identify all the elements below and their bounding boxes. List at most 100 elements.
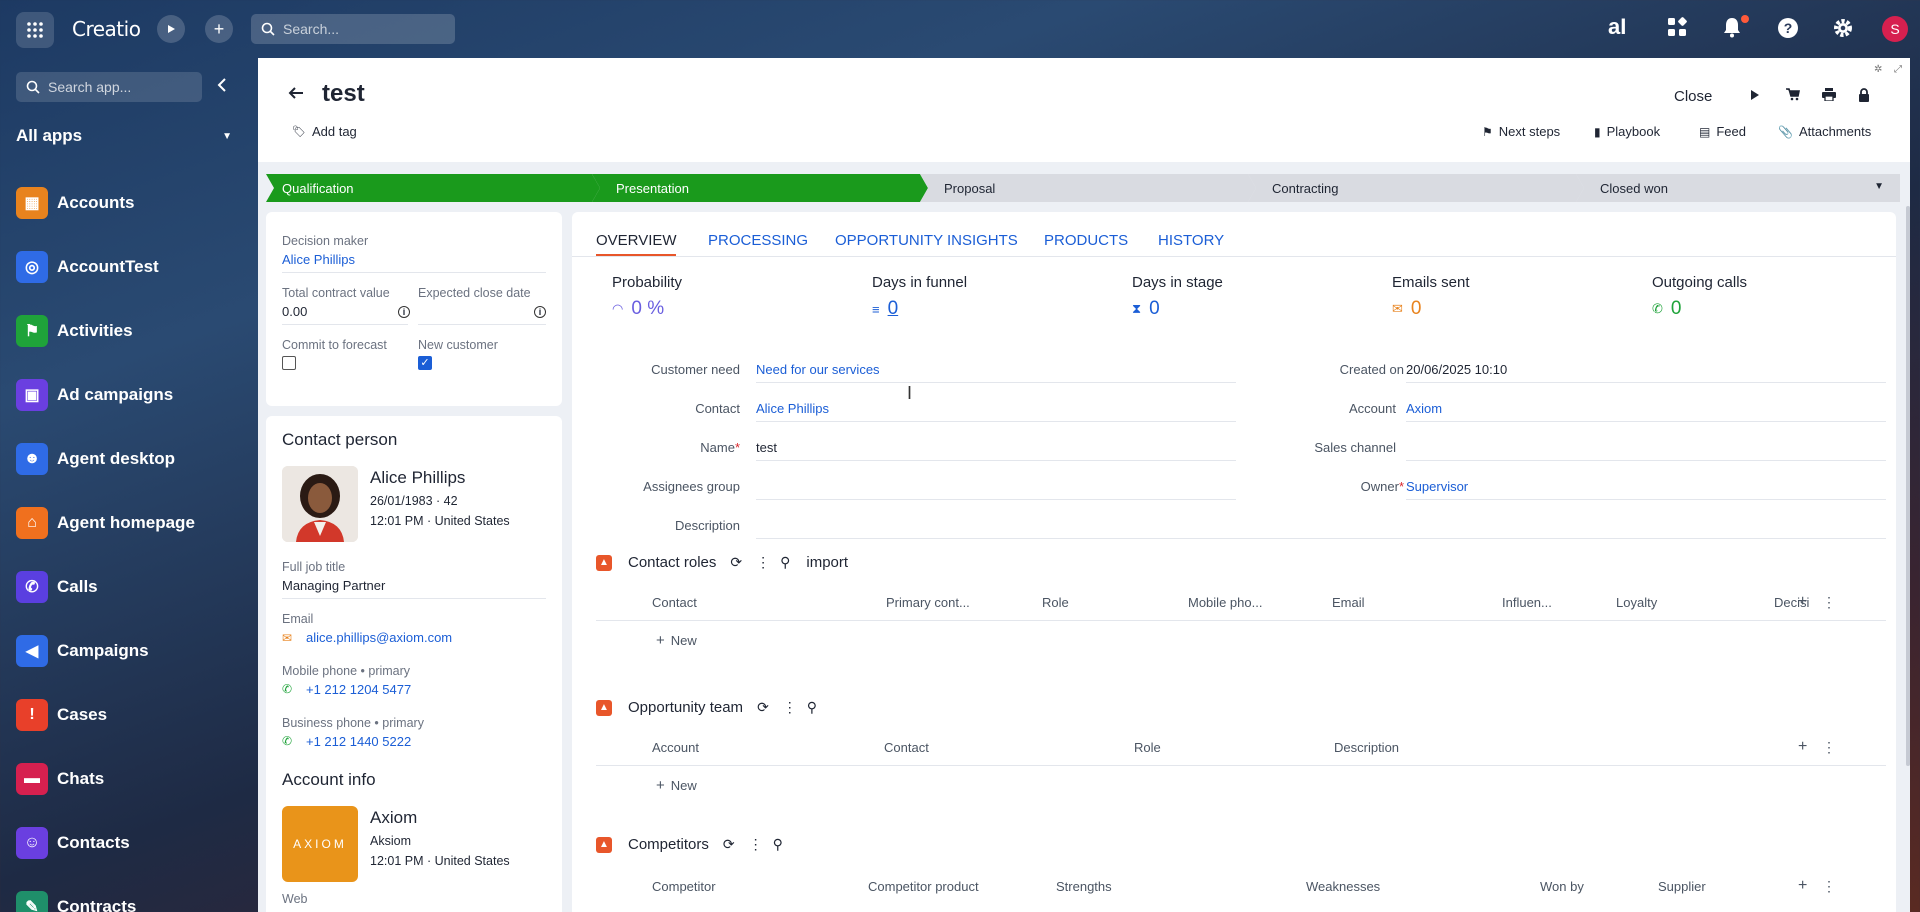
column-header[interactable]: Email bbox=[1332, 595, 1365, 610]
contact-name[interactable]: Alice Phillips bbox=[370, 468, 465, 488]
column-header[interactable]: Role bbox=[1042, 595, 1069, 610]
sidebar-item-agent-homepage[interactable]: ⌂ Agent homepage bbox=[16, 507, 195, 539]
app-search-input[interactable]: Search app... bbox=[16, 72, 202, 102]
import-button[interactable]: import bbox=[806, 554, 848, 571]
owner-value[interactable]: Supervisor bbox=[1406, 479, 1468, 494]
notifications-bell-icon[interactable] bbox=[1722, 16, 1742, 44]
sidebar-item-agent-desktop[interactable]: ☻ Agent desktop bbox=[16, 443, 175, 475]
feed-link[interactable]: ▤ Feed bbox=[1699, 124, 1746, 139]
assignees-group-input[interactable] bbox=[756, 499, 1236, 500]
creatio-logo[interactable]: Creatio bbox=[72, 17, 141, 41]
settings-gear-icon[interactable] bbox=[1832, 17, 1854, 45]
commit-forecast-checkbox[interactable] bbox=[282, 356, 296, 370]
sidebar-item-campaigns[interactable]: ◀ Campaigns bbox=[16, 635, 149, 667]
more-vertical-icon[interactable]: ⋮ bbox=[756, 554, 770, 571]
stage-closed-won[interactable]: Closed won ▼ bbox=[1576, 174, 1900, 202]
cart-icon[interactable] bbox=[1786, 88, 1800, 105]
column-header[interactable]: Competitor bbox=[652, 879, 716, 894]
app-launcher-grid-icon[interactable] bbox=[16, 12, 54, 48]
contact-email-link[interactable]: alice.phillips@axiom.com bbox=[306, 630, 452, 645]
column-header[interactable]: Won by bbox=[1540, 879, 1584, 894]
all-apps-dropdown[interactable]: All apps ▼ bbox=[16, 126, 232, 146]
contact-photo[interactable] bbox=[282, 466, 358, 542]
app-hub-icon[interactable] bbox=[1667, 17, 1687, 43]
metric-days-in-funnel[interactable]: ≡ 0 bbox=[872, 298, 898, 320]
refresh-icon[interactable]: ⟳ bbox=[757, 699, 769, 716]
sidebar-item-calls[interactable]: ✆ Calls bbox=[16, 571, 98, 603]
stage-dropdown-caret-icon[interactable]: ▼ bbox=[1874, 181, 1884, 192]
more-vertical-icon[interactable]: ⋮ bbox=[1822, 594, 1836, 611]
next-steps-link[interactable]: ⚑ Next steps bbox=[1482, 124, 1560, 139]
business-phone-link[interactable]: +1 212 1440 5222 bbox=[306, 734, 411, 749]
sales-channel-input[interactable] bbox=[1406, 460, 1886, 461]
user-avatar[interactable]: S bbox=[1882, 16, 1908, 42]
refresh-icon[interactable]: ⟳ bbox=[730, 554, 742, 571]
expand-icon[interactable]: ⤢ bbox=[1894, 64, 1902, 75]
account-logo[interactable]: AXIOM bbox=[282, 806, 358, 882]
stage-proposal[interactable]: Proposal bbox=[920, 174, 1256, 202]
more-vertical-icon[interactable]: ⋮ bbox=[1822, 878, 1836, 895]
column-header[interactable]: Strengths bbox=[1056, 879, 1112, 894]
column-header[interactable]: Primary cont... bbox=[886, 595, 970, 610]
add-column-plus-icon[interactable]: + bbox=[1798, 877, 1807, 895]
job-title-value[interactable]: Managing Partner bbox=[282, 578, 385, 593]
add-column-plus-icon[interactable]: + bbox=[1798, 593, 1807, 611]
page-scrollbar[interactable] bbox=[1906, 206, 1910, 766]
search-icon[interactable]: ⚲ bbox=[780, 554, 790, 571]
back-arrow-icon[interactable] bbox=[288, 84, 304, 105]
help-icon[interactable]: ? bbox=[1777, 17, 1799, 45]
sidebar-item-contracts[interactable]: ✎ Contracts bbox=[16, 891, 136, 912]
name-value[interactable]: test bbox=[756, 440, 777, 455]
total-contract-value[interactable]: 0.00 bbox=[282, 304, 307, 319]
sidebar-item-contacts[interactable]: ☺ Contacts bbox=[16, 827, 130, 859]
tab-processing[interactable]: PROCESSING bbox=[708, 232, 808, 249]
settings-small-icon[interactable]: ✲ bbox=[1874, 64, 1882, 75]
more-vertical-icon[interactable]: ⋮ bbox=[749, 836, 763, 853]
column-header[interactable]: Description bbox=[1334, 740, 1399, 755]
column-header[interactable]: Weaknesses bbox=[1306, 879, 1380, 894]
add-tag-button[interactable]: 🏷 Add tag bbox=[292, 124, 357, 139]
collapse-caret-icon[interactable]: ▲ bbox=[596, 554, 612, 571]
global-search-input[interactable]: Search... bbox=[251, 14, 455, 44]
more-vertical-icon[interactable]: ⋮ bbox=[783, 699, 797, 716]
stage-presentation[interactable]: Presentation bbox=[592, 174, 928, 202]
sidebar-item-chats[interactable]: ▬ Chats bbox=[16, 763, 104, 795]
tab-overview[interactable]: OVERVIEW bbox=[596, 232, 677, 249]
column-header[interactable]: Competitor product bbox=[868, 879, 979, 894]
search-icon[interactable]: ⚲ bbox=[807, 699, 817, 716]
account-value[interactable]: Axiom bbox=[1406, 401, 1442, 416]
tab-products[interactable]: PRODUCTS bbox=[1044, 232, 1128, 249]
opportunity-team-new-button[interactable]: + New bbox=[656, 777, 697, 794]
column-header[interactable]: Account bbox=[652, 740, 699, 755]
run-play-icon[interactable] bbox=[1750, 88, 1760, 105]
refresh-icon[interactable]: ⟳ bbox=[723, 836, 735, 853]
attachments-link[interactable]: 📎 Attachments bbox=[1778, 124, 1871, 139]
sidebar-item-ad-campaigns[interactable]: ▣ Ad campaigns bbox=[16, 379, 173, 411]
sidebar-item-accounts[interactable]: ▦ Accounts bbox=[16, 187, 134, 219]
collapse-caret-icon[interactable]: ▲ bbox=[596, 836, 612, 853]
info-icon[interactable]: i bbox=[534, 306, 546, 318]
collapse-caret-icon[interactable]: ▲ bbox=[596, 699, 612, 716]
decision-maker-link[interactable]: Alice Phillips bbox=[282, 252, 355, 267]
run-process-play-icon[interactable] bbox=[157, 15, 185, 43]
sidebar-item-accounttest[interactable]: ◎ AccountTest bbox=[16, 251, 159, 283]
column-header[interactable]: Supplier bbox=[1658, 879, 1706, 894]
collapse-sidebar-chevron-icon[interactable] bbox=[216, 76, 228, 97]
lock-icon[interactable] bbox=[1858, 88, 1870, 106]
account-name[interactable]: Axiom bbox=[370, 808, 417, 828]
search-icon[interactable]: ⚲ bbox=[773, 836, 783, 853]
column-header[interactable]: Contact bbox=[652, 595, 697, 610]
playbook-link[interactable]: ▮ Playbook bbox=[1594, 124, 1660, 139]
column-header[interactable]: Role bbox=[1134, 740, 1161, 755]
tab-history[interactable]: HISTORY bbox=[1158, 232, 1224, 249]
print-icon[interactable] bbox=[1822, 88, 1836, 105]
mobile-phone-link[interactable]: +1 212 1204 5477 bbox=[306, 682, 411, 697]
column-header[interactable]: Loyalty bbox=[1616, 595, 1657, 610]
sidebar-item-cases[interactable]: ! Cases bbox=[16, 699, 107, 731]
sidebar-item-activities[interactable]: ⚑ Activities bbox=[16, 315, 133, 347]
ai-assistant-icon[interactable]: aI bbox=[1608, 14, 1626, 40]
column-header[interactable]: Contact bbox=[884, 740, 929, 755]
column-header[interactable]: Mobile pho... bbox=[1188, 595, 1262, 610]
more-vertical-icon[interactable]: ⋮ bbox=[1822, 739, 1836, 756]
new-customer-checkbox[interactable]: ✓ bbox=[418, 356, 432, 370]
